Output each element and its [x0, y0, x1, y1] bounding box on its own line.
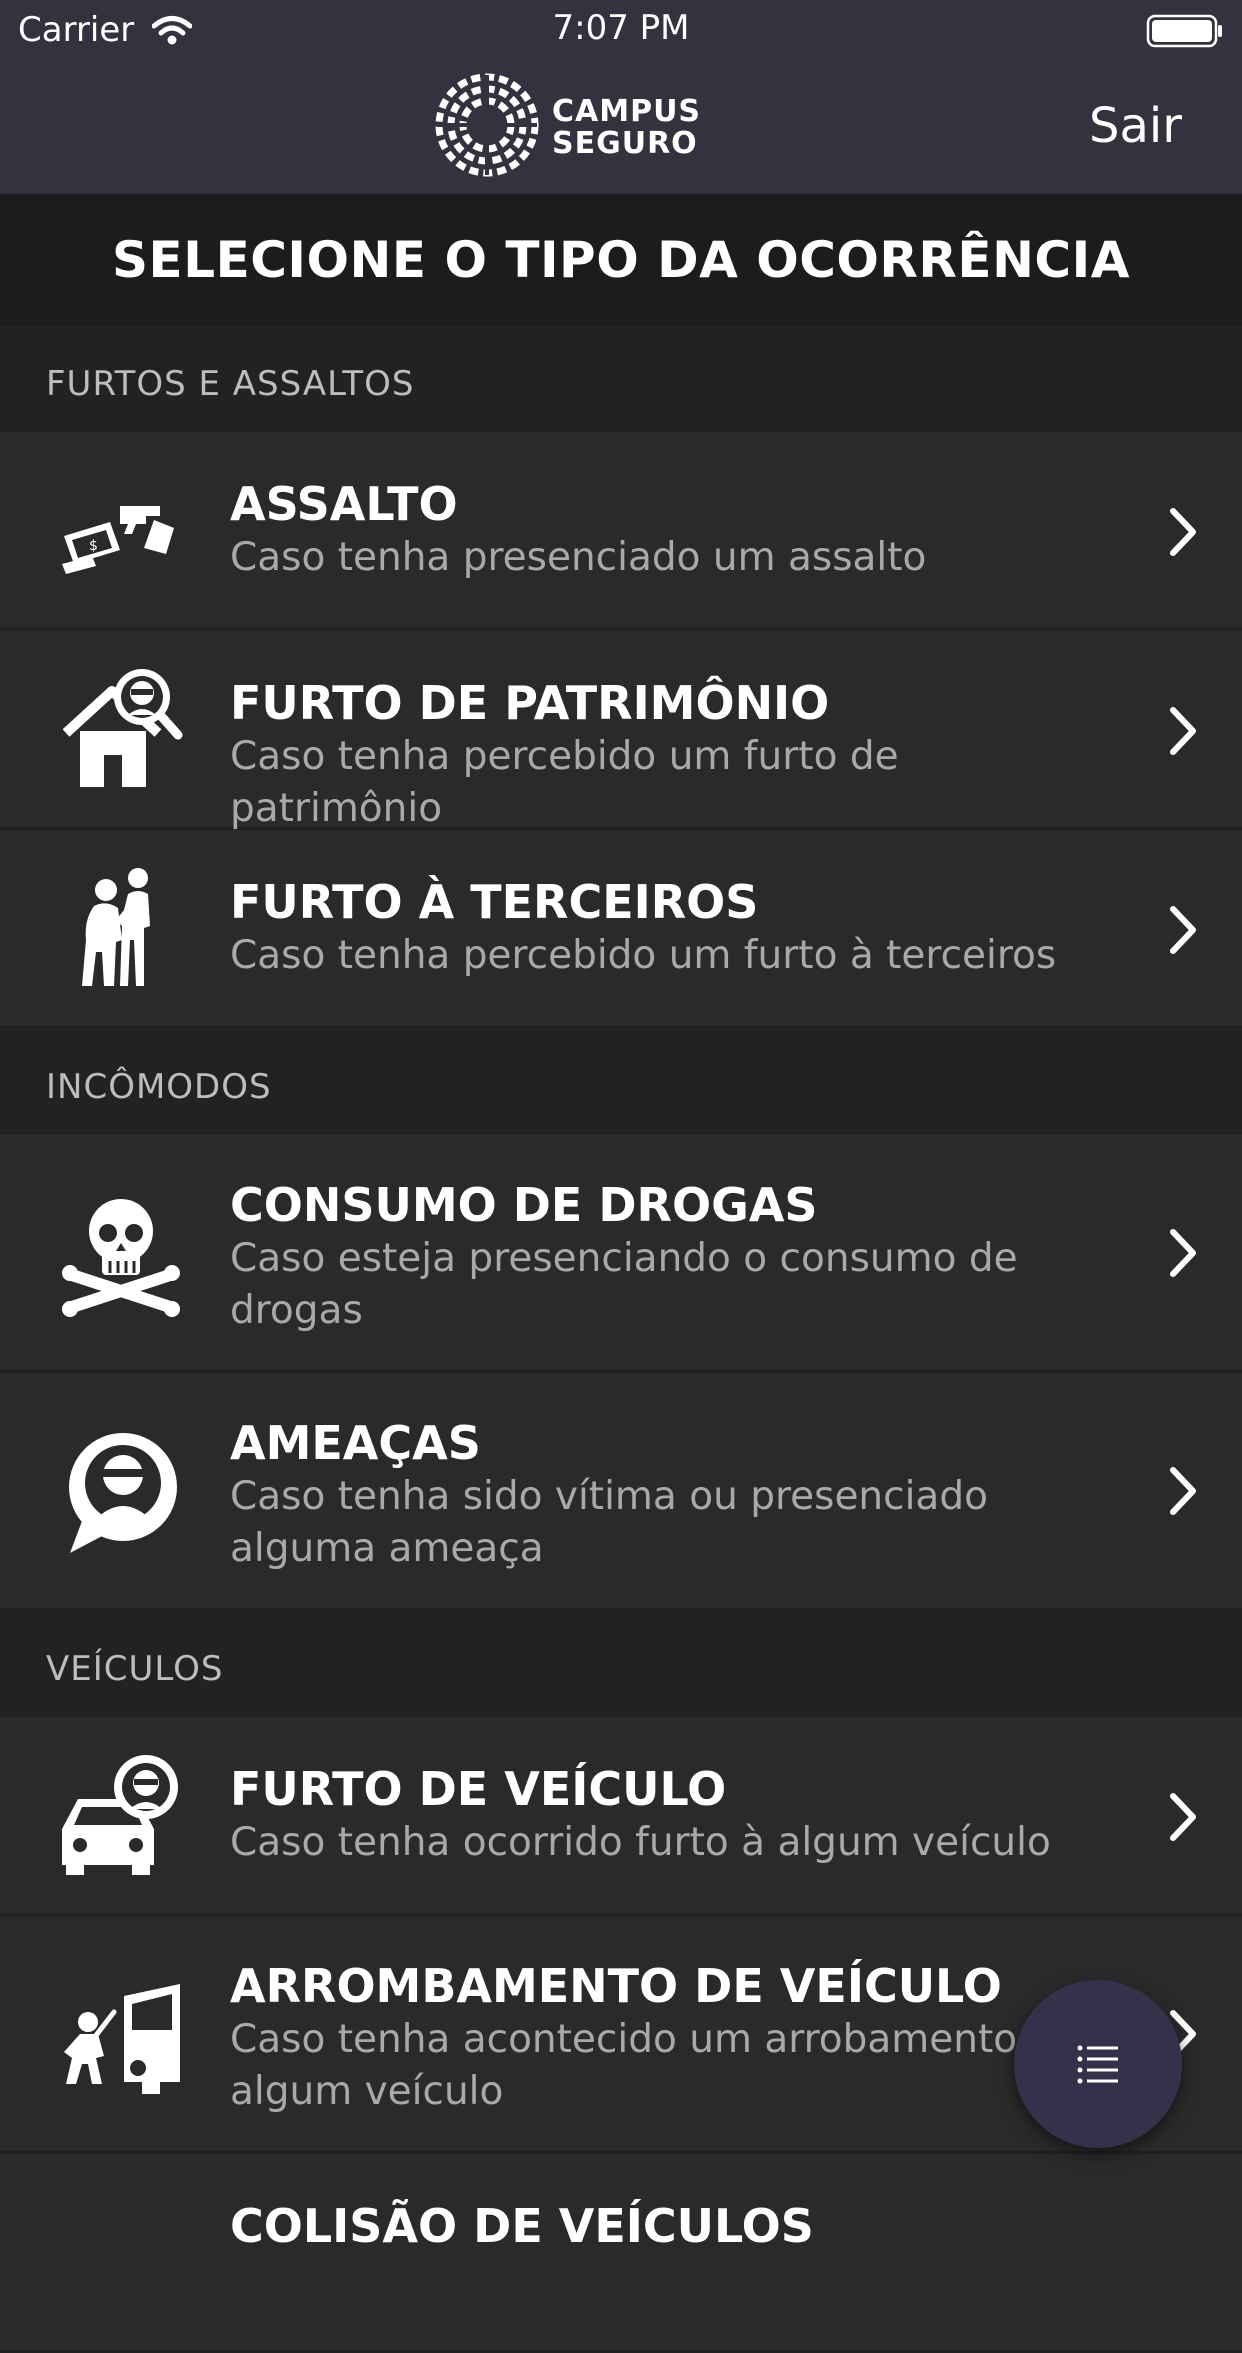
- logout-button[interactable]: Sair: [1089, 98, 1182, 154]
- logo-text: CAMPUS SEGURO: [552, 96, 701, 160]
- pickpocket-icon: [58, 866, 184, 992]
- item-title: ASSALTO: [230, 477, 458, 531]
- item-description: Caso tenha acontecido um arrobamento à a…: [230, 2017, 1054, 2114]
- item-description: Caso tenha presenciado um assalto: [230, 535, 927, 580]
- list-item-consumo-drogas[interactable]: CONSUMO DE DROGAS Caso esteja presencian…: [0, 1135, 1242, 1373]
- status-bar: Carrier 7:07 PM: [0, 0, 1242, 60]
- list-icon: [1077, 2045, 1118, 2084]
- item-title: FURTO DE PATRIMÔNIO: [230, 676, 830, 730]
- threat-speech-icon: [58, 1429, 184, 1555]
- item-description: Caso tenha ocorrido furto à algum veícul…: [230, 1820, 1051, 1865]
- item-title: COLISÃO DE VEÍCULOS: [230, 2199, 814, 2253]
- section-header-incomodos: INCÔMODOS: [0, 1029, 1242, 1135]
- page-title: SELECIONE O TIPO DA OCORRÊNCIA: [112, 231, 1130, 289]
- item-description: Caso tenha sido vítima ou presenciado al…: [230, 1474, 988, 1571]
- list-item-furto-veiculo[interactable]: FURTO DE VEÍCULO Caso tenha ocorrido fur…: [0, 1717, 1242, 1916]
- list-item-ameacas[interactable]: AMEAÇAS Caso tenha sido vítima ou presen…: [0, 1373, 1242, 1611]
- car-thief-icon: [58, 1753, 184, 1879]
- chevron-right-icon: [1170, 1467, 1196, 1515]
- list-item-assalto[interactable]: $ ASSALTO Caso tenha presenciado um assa…: [0, 432, 1242, 631]
- nav-bar: CAMPUS SEGURO Sair: [0, 60, 1242, 194]
- car-collision-icon: [58, 2190, 184, 2316]
- item-description: Caso tenha percebido um furto à terceiro…: [230, 933, 1057, 978]
- item-description: Caso tenha percebido um furto de patrimô…: [230, 734, 899, 831]
- chevron-right-icon: [1170, 508, 1196, 556]
- house-thief-icon: [58, 667, 184, 793]
- list-item-furto-terceiros[interactable]: FURTO À TERCEIROS Caso tenha percebido u…: [0, 830, 1242, 1029]
- logo-line-1: CAMPUS: [552, 94, 702, 129]
- car-break-in-icon: [58, 1972, 184, 2098]
- battery-icon: [1146, 14, 1224, 57]
- page-title-bar: SELECIONE O TIPO DA OCORRÊNCIA: [0, 194, 1242, 326]
- chevron-right-icon: [1170, 906, 1196, 954]
- svg-text:$: $: [89, 538, 98, 554]
- skull-crossbones-icon: [58, 1191, 184, 1317]
- item-title: AMEAÇAS: [230, 1416, 481, 1470]
- logo-line-2: SEGURO: [552, 126, 698, 161]
- list-item-colisao-veiculos[interactable]: COLISÃO DE VEÍCULOS: [0, 2154, 1242, 2353]
- robbery-gun-icon: $: [58, 468, 184, 594]
- chevron-right-icon: [1170, 1229, 1196, 1277]
- clock: 7:07 PM: [552, 8, 690, 48]
- item-title: FURTO DE VEÍCULO: [230, 1762, 727, 1816]
- item-title: FURTO À TERCEIROS: [230, 875, 759, 929]
- chevron-right-icon: [1170, 1793, 1196, 1841]
- section-header-furtos: FURTOS E ASSALTOS: [0, 326, 1242, 432]
- section-header-veiculos: VEÍCULOS: [0, 1611, 1242, 1717]
- list-menu-button[interactable]: [1014, 1980, 1182, 2148]
- chevron-right-icon: [1170, 707, 1196, 755]
- list-item-furto-patrimonio[interactable]: FURTO DE PATRIMÔNIO Caso tenha percebido…: [0, 631, 1242, 831]
- item-title: CONSUMO DE DROGAS: [230, 1178, 818, 1232]
- item-description: Caso esteja presenciando o consumo de dr…: [230, 1236, 1018, 1333]
- campus-seguro-logo: CAMPUS SEGURO: [432, 70, 700, 180]
- item-title: ARROMBAMENTO DE VEÍCULO: [230, 1959, 1002, 2013]
- globe-icon: [435, 73, 539, 177]
